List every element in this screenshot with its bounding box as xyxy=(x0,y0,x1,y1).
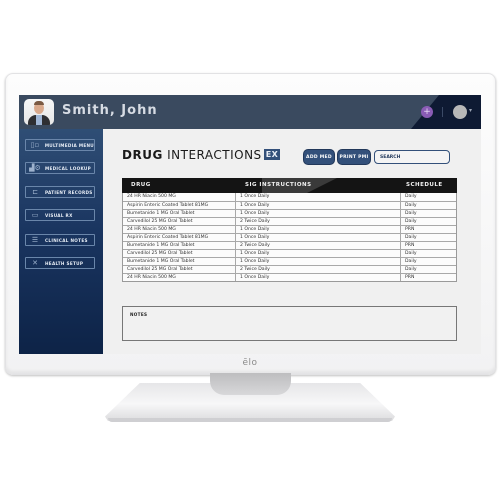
column-header-drug[interactable]: DRUG xyxy=(131,182,151,188)
drug-cell: 24 HR Niacin 500 MG xyxy=(123,274,236,281)
patient-name: Smith, John xyxy=(62,103,158,118)
table-row[interactable]: Carvedilol 25 MG Oral Tablet 2 Twice Dail… xyxy=(123,265,456,273)
page-title-bold: DRUG xyxy=(122,148,163,162)
table-row[interactable]: 24 HR Niacin 500 MG 1 Once Daily PRN xyxy=(123,273,456,281)
drug-table: DRUG SIG INSTRUCTIONS SCHEDULE 24 HR Nia… xyxy=(122,178,457,282)
schedule-cell: PRN xyxy=(405,227,415,232)
sidebar-item-clinical-notes[interactable]: ☰ CLINICAL NOTES xyxy=(25,234,95,246)
add-med-button[interactable]: ADD MED xyxy=(304,150,334,164)
monitor-stand-neck xyxy=(210,373,291,395)
sig-cell: 1 Once Daily xyxy=(236,193,401,201)
sig-cell: 2 Twice Daily xyxy=(236,218,401,225)
table-row[interactable]: Bumetanide 1 MG Oral Tablet 2 Twice Daily… xyxy=(123,241,456,249)
avatar-shirt xyxy=(36,115,42,125)
drug-cell: Carvedilol 25 MG Oral Tablet xyxy=(123,218,236,225)
sidebar-item-label: PATIENT RECORDS xyxy=(45,189,93,195)
table-body: 24 HR Niacin 500 MG 1 Once Daily Daily Aspi… xyxy=(122,193,457,282)
drug-cell: 24 HR Niacin 500 MG xyxy=(123,226,236,233)
title-badge: EX xyxy=(263,149,281,160)
patient-records-icon: ⊏ xyxy=(32,188,38,196)
avatar-hair xyxy=(34,101,44,105)
schedule-cell: Daily xyxy=(405,259,417,264)
sidebar-item-label: MULTIMEDIA MENU xyxy=(44,142,94,148)
schedule-cell: Daily xyxy=(405,251,417,256)
sidebar-item-label: MEDICAL LOOKUP xyxy=(45,165,91,171)
sig-cell: 2 Twice Daily xyxy=(236,266,401,273)
sidebar: ▯▫ MULTIMEDIA MENU ▟⚙ MEDICAL LOOKUP ⊏ P… xyxy=(19,129,103,354)
print-pmi-button[interactable]: PRINT PMI xyxy=(338,150,370,164)
sig-cell: 1 Once Daily xyxy=(236,210,401,217)
monitor-stand-edge xyxy=(108,418,392,422)
header-divider xyxy=(442,107,443,117)
user-circle-icon[interactable] xyxy=(453,105,467,119)
schedule-cell: PRN xyxy=(405,275,415,280)
drug-cell: Bumetanide 1 MG Oral Tablet xyxy=(123,242,236,249)
page-title-rest: INTERACTIONS xyxy=(162,148,262,162)
schedule-cell: Daily xyxy=(405,267,417,272)
table-header: DRUG SIG INSTRUCTIONS SCHEDULE xyxy=(122,178,457,193)
table-row[interactable]: Bumetanide 1 MG Oral Tablet 1 Once Daily D… xyxy=(123,257,456,265)
notes-label: NOTES xyxy=(130,312,148,317)
medical-lookup-icon: ▟⚙ xyxy=(29,164,41,172)
sidebar-item-multimedia-menu[interactable]: ▯▫ MULTIMEDIA MENU xyxy=(25,139,95,151)
table-row[interactable]: 24 HR Niacin 500 MG 1 Once Daily PRN xyxy=(123,225,456,233)
sidebar-item-medical-lookup[interactable]: ▟⚙ MEDICAL LOOKUP xyxy=(25,162,95,174)
sidebar-item-health-setup[interactable]: ✕ HEALTH SETUP xyxy=(25,257,95,269)
table-row[interactable]: Bumetanide 1 MG Oral Tablet 1 Once Daily D… xyxy=(123,209,456,217)
sidebar-item-patient-records[interactable]: ⊏ PATIENT RECORDS xyxy=(25,186,95,198)
schedule-cell: Daily xyxy=(405,219,417,224)
drug-cell: Carvedilol 25 MG Oral Tablet xyxy=(123,266,236,273)
table-row[interactable]: Aspirin Enteric Coated Tablet 81MG 1 Once… xyxy=(123,233,456,241)
sig-cell: 1 Once Daily xyxy=(236,250,401,257)
drug-cell: Carvedilol 25 MG Oral Tablet xyxy=(123,250,236,257)
sig-cell: 1 Once Daily xyxy=(236,258,401,265)
schedule-cell: Daily xyxy=(405,211,417,216)
sidebar-item-label: HEALTH SETUP xyxy=(45,260,84,266)
table-row[interactable]: Carvedilol 25 MG Oral Tablet 2 Twice Dail… xyxy=(123,217,456,225)
table-row[interactable]: Carvedilol 25 MG Oral Tablet 1 Once Daily… xyxy=(123,249,456,257)
notes-field[interactable]: NOTES xyxy=(122,306,457,341)
brand-logo: ēlo xyxy=(242,358,258,368)
drug-cell: 24 HR Niacin 500 MG xyxy=(123,193,236,201)
drug-cell: Aspirin Enteric Coated Tablet 81MG xyxy=(123,234,236,241)
sig-cell: 1 Once Daily xyxy=(236,274,401,281)
chevron-down-icon[interactable]: ▾ xyxy=(469,107,472,114)
sig-cell: 1 Once Daily xyxy=(236,226,401,233)
schedule-cell: Daily xyxy=(405,235,417,240)
sig-cell: 1 Once Daily xyxy=(236,234,401,241)
multimedia-icon: ▯▫ xyxy=(30,141,40,149)
schedule-cell: Daily xyxy=(405,203,417,208)
sidebar-item-visual-rx[interactable]: ▭ VISUAL RX xyxy=(25,209,95,221)
health-setup-icon: ✕ xyxy=(32,259,38,267)
column-header-sig-instructions[interactable]: SIG INSTRUCTIONS xyxy=(245,182,312,188)
sidebar-item-label: VISUAL RX xyxy=(45,212,73,218)
clinical-notes-icon: ☰ xyxy=(31,236,39,244)
sig-cell: 2 Twice Daily xyxy=(236,242,401,249)
schedule-cell: Daily xyxy=(405,194,417,199)
table-row[interactable]: 24 HR Niacin 500 MG 1 Once Daily Daily xyxy=(123,193,456,201)
drug-cell: Bumetanide 1 MG Oral Tablet xyxy=(123,210,236,217)
plus-circle-icon[interactable]: + xyxy=(421,106,433,118)
column-header-schedule[interactable]: SCHEDULE xyxy=(406,182,443,188)
drug-cell: Aspirin Enteric Coated Tablet 81MG xyxy=(123,202,236,209)
schedule-cell: PRN xyxy=(405,243,415,248)
app-header: Smith, John + ▾ xyxy=(19,95,481,129)
patient-avatar[interactable] xyxy=(24,99,54,125)
visual-rx-icon: ▭ xyxy=(31,211,39,219)
sidebar-item-label: CLINICAL NOTES xyxy=(45,237,88,243)
table-row[interactable]: Aspirin Enteric Coated Tablet 81MG 1 Once… xyxy=(123,201,456,209)
drug-cell: Bumetanide 1 MG Oral Tablet xyxy=(123,258,236,265)
search-input[interactable]: SEARCH xyxy=(374,150,450,164)
sig-cell: 1 Once Daily xyxy=(236,202,401,209)
page-title: DRUG INTERACTIONS EX xyxy=(122,148,281,162)
app-screen: Smith, John + ▾ ▯▫ MULTIMEDIA MENU ▟⚙ ME… xyxy=(19,95,481,354)
